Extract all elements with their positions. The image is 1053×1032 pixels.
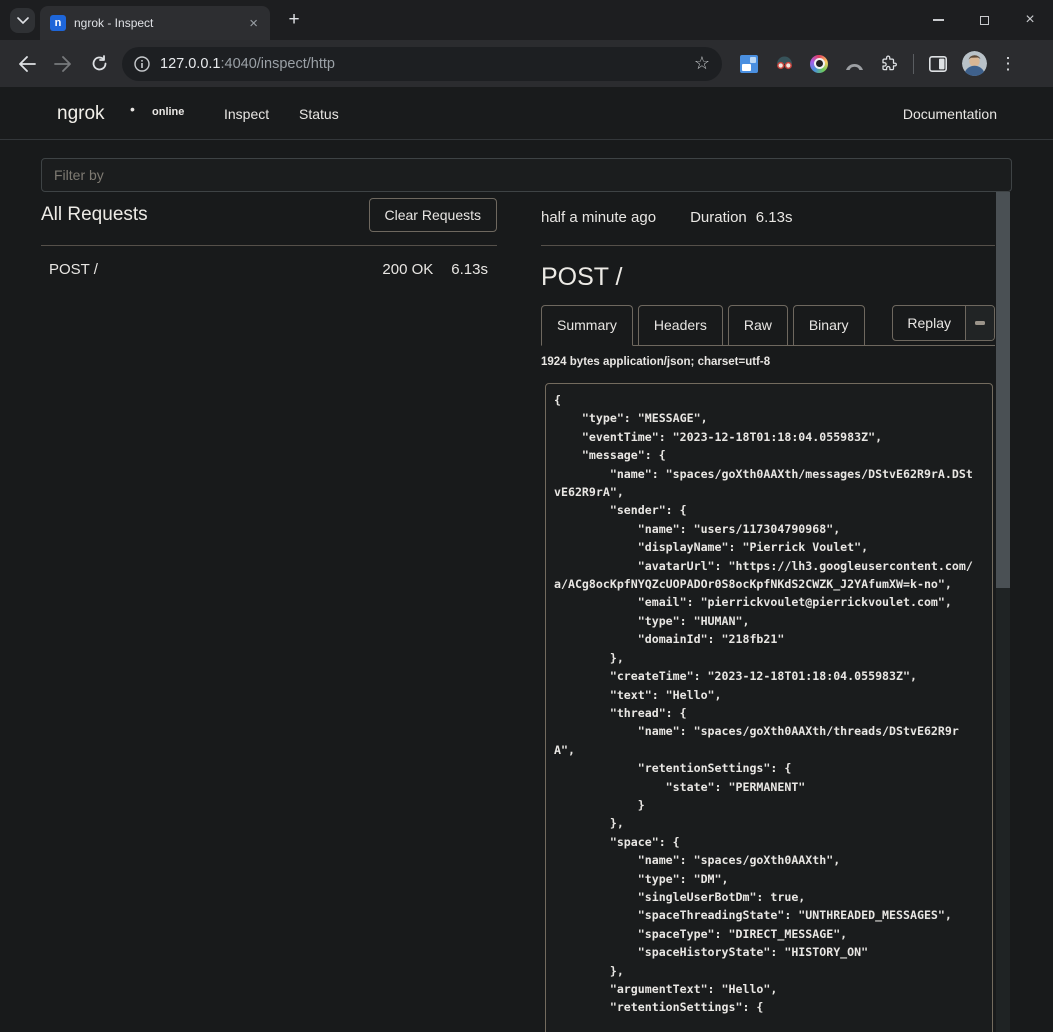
clear-requests-button[interactable]: Clear Requests [369, 198, 498, 232]
status-dot-icon: • [130, 101, 135, 117]
side-panel-button[interactable] [927, 53, 949, 75]
browser-tab[interactable]: n ngrok - Inspect × [40, 6, 270, 40]
response-body-json: { "type": "MESSAGE", "eventTime": "2023-… [554, 391, 984, 1017]
tab-headers[interactable]: Headers [638, 305, 723, 346]
url-path: :4040/inspect/http [220, 56, 334, 72]
detail-title: POST / [541, 263, 995, 292]
browser-toolbar: 127.0.0.1:4040/inspect/http ☆ [0, 40, 1053, 87]
request-row[interactable]: POST / 200 OK 6.13s [41, 246, 497, 278]
filter-input[interactable] [41, 158, 1012, 192]
browser-window: n ngrok - Inspect × + × [0, 0, 1053, 1032]
ngrok-brand[interactable]: ngrok [57, 103, 105, 125]
window-controls: × [915, 0, 1053, 40]
chevron-down-icon [17, 17, 29, 25]
site-info-icon[interactable] [134, 56, 150, 72]
tab-search-button[interactable] [10, 8, 35, 33]
maximize-button[interactable] [961, 0, 1007, 40]
url-bar[interactable]: 127.0.0.1:4040/inspect/http ☆ [122, 47, 722, 81]
minimize-icon [933, 19, 944, 21]
browser-menu-button[interactable]: ⋮ [1000, 53, 1016, 75]
kebab-menu-icon: ⋮ [1000, 55, 1017, 72]
reload-icon [91, 55, 108, 72]
tab-raw[interactable]: Raw [728, 305, 788, 346]
duration-value: 6.13s [756, 209, 793, 226]
request-time-ago: half a minute ago [541, 209, 656, 226]
detail-scrollbar-track[interactable] [996, 192, 1010, 1032]
extensions-row: ⋮ [738, 51, 1016, 76]
requests-panel: All Requests Clear Requests POST / 200 O… [41, 198, 497, 278]
browser-titlebar: n ngrok - Inspect × + × [0, 0, 1053, 40]
nav-item-documentation[interactable]: Documentation [903, 106, 997, 122]
request-status: 200 OK [382, 261, 433, 278]
close-window-button[interactable]: × [1007, 0, 1053, 40]
tab-title: ngrok - Inspect [74, 16, 247, 30]
replay-dropdown-button[interactable] [965, 306, 994, 340]
detail-panel: half a minute ago Duration 6.13s POST / … [541, 192, 1010, 1032]
body-meta: 1924 bytes application/json; charset=utf… [541, 356, 995, 368]
divider [541, 245, 995, 246]
requests-title: All Requests [41, 204, 148, 226]
tab-close-icon[interactable]: × [247, 16, 260, 31]
nav-item-status[interactable]: Status [299, 106, 339, 122]
extension-arc-icon[interactable] [843, 53, 865, 75]
bookmark-star-icon[interactable]: ☆ [694, 53, 710, 74]
replay-button[interactable]: Replay [893, 306, 965, 340]
reload-button[interactable] [84, 49, 114, 79]
extension-blue-tabs-icon[interactable] [738, 53, 760, 75]
ngrok-navbar: ngrok • online Inspect Status Documentat… [0, 87, 1053, 140]
detail-scrollbar-thumb[interactable] [996, 192, 1010, 588]
ngrok-favicon: n [50, 15, 66, 31]
back-arrow-icon [18, 56, 36, 72]
minimize-button[interactable] [915, 0, 961, 40]
extension-camera-lens-icon[interactable] [808, 53, 830, 75]
nav-item-inspect[interactable]: Inspect [224, 106, 269, 122]
tab-summary[interactable]: Summary [541, 305, 633, 346]
new-tab-button[interactable]: + [282, 8, 306, 32]
maximize-icon [980, 16, 989, 25]
url-host: 127.0.0.1 [160, 56, 220, 72]
request-duration: 6.13s [451, 261, 488, 278]
response-body-block[interactable]: { "type": "MESSAGE", "eventTime": "2023-… [545, 383, 993, 1032]
close-icon: × [1025, 12, 1034, 28]
caret-icon [975, 321, 985, 325]
detail-tabs: Summary Headers Raw Binary Replay [541, 305, 995, 346]
tab-binary[interactable]: Binary [793, 305, 865, 346]
status-online-label: online [152, 106, 184, 118]
duration-label: Duration [690, 209, 747, 226]
extensions-puzzle-icon[interactable] [878, 53, 900, 75]
back-button[interactable] [12, 49, 42, 79]
forward-arrow-icon [54, 56, 72, 72]
profile-avatar[interactable] [962, 51, 987, 76]
forward-button[interactable] [48, 49, 78, 79]
extension-goggles-icon[interactable] [773, 53, 795, 75]
toolbar-separator [913, 54, 914, 74]
replay-split-button: Replay [892, 305, 995, 341]
request-method-path: POST / [49, 261, 98, 278]
